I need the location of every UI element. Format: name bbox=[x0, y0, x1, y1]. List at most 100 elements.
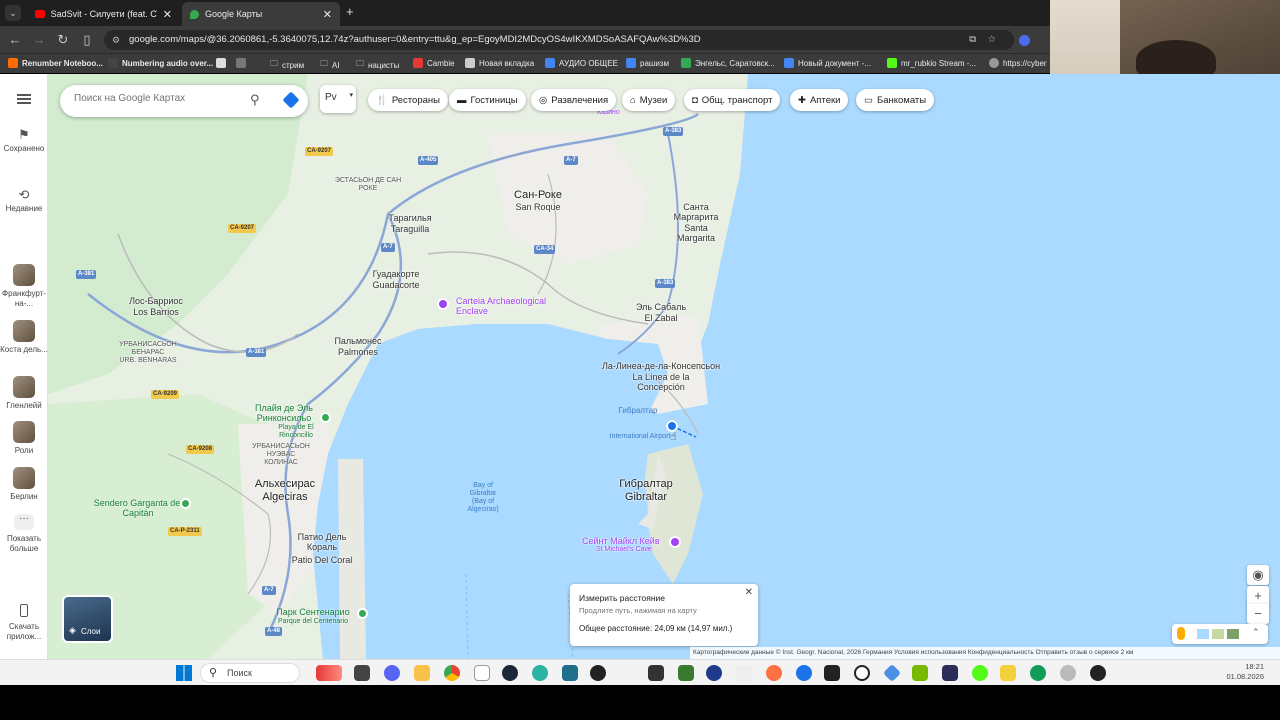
chip-atms[interactable]: ▭ Банкоматы bbox=[856, 89, 935, 111]
recent-place-berlin[interactable]: Берлин bbox=[0, 467, 48, 502]
extension-icon[interactable] bbox=[1019, 35, 1030, 46]
windows-start-icon[interactable] bbox=[176, 665, 192, 681]
back-icon[interactable]: ← bbox=[7, 32, 23, 48]
chatgpt-icon[interactable] bbox=[854, 665, 870, 681]
chip-pharmacies[interactable]: ✚ Аптеки bbox=[790, 89, 849, 111]
zoom-in-button[interactable]: + bbox=[1247, 586, 1269, 606]
taskbar-app-icon[interactable] bbox=[796, 665, 812, 681]
bookmark-item[interactable]: https://cyber bbox=[989, 58, 1047, 68]
site-info-icon[interactable]: ⚙ bbox=[112, 30, 120, 50]
map-poi-label[interactable]: St Michael's Cave bbox=[596, 546, 652, 554]
chevron-up-icon[interactable]: ⌃ bbox=[1252, 627, 1260, 638]
terminal-icon[interactable] bbox=[648, 665, 664, 681]
layer-dropdown[interactable]: Рv ▾ bbox=[320, 85, 356, 113]
my-location-button[interactable]: ◉ bbox=[1247, 565, 1269, 585]
directions-icon[interactable] bbox=[282, 91, 300, 109]
park-marker-icon[interactable] bbox=[357, 608, 368, 619]
layers-button[interactable]: ◈ Слои bbox=[62, 595, 113, 643]
chip-transit[interactable]: ◘ Общ. транспорт bbox=[684, 89, 781, 111]
chip-museums[interactable]: ⌂ Музеи bbox=[622, 89, 676, 111]
bookmark-item[interactable]: АУДИО ОБЩЕЕ bbox=[545, 58, 618, 68]
taskbar-app-icon[interactable] bbox=[354, 665, 370, 681]
taskbar-app-icon[interactable] bbox=[562, 665, 578, 681]
poi-marker-icon[interactable] bbox=[437, 298, 449, 310]
recent-place-glenleiy[interactable]: Гленлейй bbox=[0, 376, 48, 411]
taskbar-app-icon[interactable] bbox=[736, 665, 752, 681]
bookmark-item[interactable]: рашизм bbox=[626, 58, 669, 68]
taskbar-app-icon[interactable] bbox=[972, 665, 988, 681]
bookmark-item[interactable] bbox=[236, 58, 246, 68]
taskbar-app-icon[interactable] bbox=[1000, 665, 1016, 681]
map-poi-label[interactable]: Carteia Archaeological Enclave bbox=[456, 296, 556, 316]
bookmark-item[interactable] bbox=[216, 58, 226, 68]
bookmark-item[interactable]: Renumber Noteboo... bbox=[8, 58, 103, 68]
taskbar-app-icon[interactable] bbox=[1060, 665, 1076, 681]
close-icon[interactable]: ✕ bbox=[163, 8, 172, 21]
steam-icon[interactable] bbox=[502, 665, 518, 681]
bookmark-folder[interactable]: 🗀 AI bbox=[320, 58, 340, 72]
bookmark-folder[interactable]: 🗀 нацисты bbox=[356, 58, 399, 72]
notepad-icon[interactable] bbox=[474, 665, 490, 681]
star-icon[interactable]: ☆ bbox=[987, 30, 996, 50]
imagery-thumb-icon[interactable] bbox=[1197, 629, 1209, 639]
chip-restaurants[interactable]: 🍴 Рестораны bbox=[368, 89, 448, 111]
recent-button[interactable]: ⟲ Недавние bbox=[0, 188, 48, 214]
recent-place-frankfurt[interactable]: Франкфурт-на-... bbox=[0, 264, 48, 309]
taskbar-app-icon[interactable] bbox=[824, 665, 840, 681]
saved-button[interactable]: ⚑ Сохранено bbox=[0, 128, 48, 154]
pegman-toolbar[interactable]: ⌃ bbox=[1172, 624, 1268, 644]
bookmark-item[interactable]: Новая вкладка bbox=[465, 58, 534, 68]
pegman-icon[interactable] bbox=[1177, 627, 1185, 640]
clock[interactable]: 18:21 01.08.2026 bbox=[1226, 662, 1264, 682]
nvidia-icon[interactable] bbox=[912, 665, 928, 681]
close-icon[interactable]: ✕ bbox=[745, 587, 753, 598]
zoom-out-button[interactable]: − bbox=[1247, 604, 1269, 624]
chip-hotels[interactable]: ▬ Гостиницы bbox=[449, 89, 526, 111]
recent-place-costa[interactable]: Коста дель... bbox=[0, 320, 48, 355]
folder-icon[interactable] bbox=[414, 665, 430, 681]
bookmark-item[interactable]: Numbering audio over... bbox=[108, 58, 213, 68]
bookmark-folder[interactable]: 🗀 стрим bbox=[270, 58, 304, 72]
poi-marker-icon[interactable] bbox=[669, 536, 681, 548]
recent-place-roli[interactable]: Роли bbox=[0, 421, 48, 456]
new-tab-button[interactable]: + bbox=[346, 4, 354, 19]
bookmark-item[interactable]: Cambie bbox=[413, 58, 455, 68]
install-icon[interactable]: ⧉ bbox=[969, 30, 976, 50]
bookmark-item[interactable]: mr_rubkio Stream -... bbox=[887, 58, 976, 68]
side-panel-icon[interactable]: ▯ bbox=[79, 32, 95, 48]
menu-icon[interactable] bbox=[17, 94, 31, 104]
search-input[interactable] bbox=[74, 93, 234, 104]
park-marker-icon[interactable] bbox=[320, 412, 331, 423]
reload-icon[interactable]: ↻ bbox=[55, 32, 71, 48]
search-box[interactable]: ⚲ bbox=[60, 85, 308, 117]
taskbar-app-icon[interactable] bbox=[678, 665, 694, 681]
forward-icon[interactable]: → bbox=[31, 32, 47, 48]
taskbar-app-icon[interactable] bbox=[590, 665, 606, 681]
tab-list-icon[interactable]: ⌄ bbox=[5, 5, 21, 21]
taskbar-search[interactable]: ⚲ Поиск bbox=[200, 663, 300, 683]
taskbar-app-icon[interactable] bbox=[882, 663, 902, 683]
chrome-icon[interactable] bbox=[444, 665, 460, 681]
taskbar-app-icon[interactable] bbox=[766, 665, 782, 681]
taskbar-app-icon[interactable] bbox=[1090, 665, 1106, 681]
search-icon[interactable]: ⚲ bbox=[250, 92, 260, 108]
address-bar[interactable]: ⚙ google.com/maps/@36.2060861,-5.3640075… bbox=[104, 30, 1014, 50]
download-app-button[interactable]: Скачать прилож... bbox=[0, 604, 48, 642]
discord-icon[interactable] bbox=[384, 665, 400, 681]
taskbar-app-icon[interactable] bbox=[942, 665, 958, 681]
tab-youtube[interactable]: SadSvit - Силуети (feat. СТРУКТ ✕ bbox=[27, 2, 180, 26]
chip-entertainment[interactable]: ◎ Развлечения bbox=[531, 89, 617, 111]
show-more-button[interactable]: ··· Показать больше bbox=[0, 514, 48, 554]
bookmark-item[interactable]: Энгельс, Саратовск... bbox=[681, 58, 775, 68]
taskbar-app-icon[interactable] bbox=[532, 665, 548, 681]
park-marker-icon[interactable] bbox=[180, 498, 191, 509]
bookmark-item[interactable]: Новый документ -... bbox=[784, 58, 871, 68]
taskbar-app-icon[interactable] bbox=[1030, 665, 1046, 681]
imagery-thumb-icon[interactable] bbox=[1227, 629, 1239, 639]
imagery-thumb-icon[interactable] bbox=[1212, 629, 1224, 639]
close-icon[interactable]: ✕ bbox=[323, 8, 332, 21]
taskbar-app-icon[interactable] bbox=[706, 665, 722, 681]
taskbar-app-icon[interactable] bbox=[316, 665, 342, 681]
tab-google-maps[interactable]: Google Карты ✕ bbox=[182, 2, 340, 26]
map-poi-label[interactable]: Сейнт Майкл Кейв bbox=[582, 536, 660, 546]
